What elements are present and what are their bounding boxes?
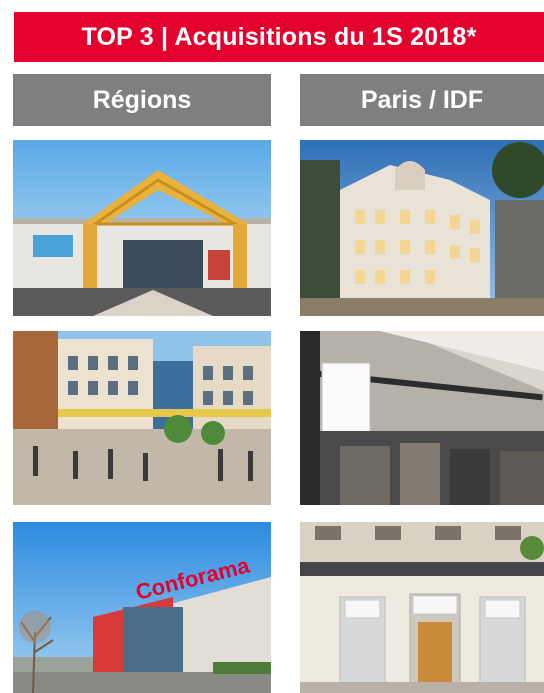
photo-regions-conforama: Conforama [13, 522, 271, 693]
photo-regions-plaza [13, 331, 271, 505]
title-banner: TOP 3 | Acquisitions du 1S 2018* [14, 12, 544, 62]
photo-paris-building [300, 140, 544, 316]
photo-paris-boutique [300, 331, 544, 505]
column-header-regions-label: Régions [92, 85, 192, 114]
column-header-regions: Régions [13, 74, 271, 126]
column-header-paris-label: Paris / IDF [360, 85, 484, 114]
photo-paris-shopfront [300, 522, 544, 693]
banner-title: TOP 3 | Acquisitions du 1S 2018* [81, 22, 477, 51]
column-header-paris: Paris / IDF [300, 74, 544, 126]
photo-regions-mall [13, 140, 271, 316]
